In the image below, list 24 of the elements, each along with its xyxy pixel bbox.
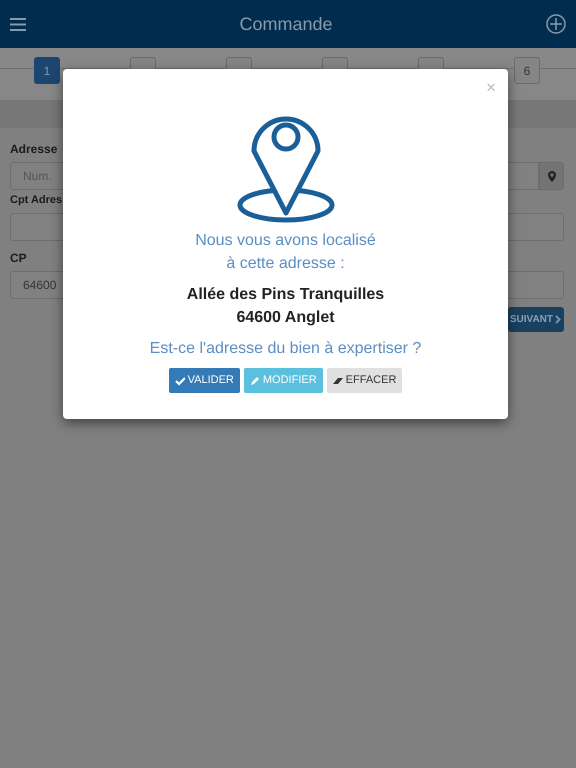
message-text: à cette adresse : [225, 254, 346, 274]
chevron-right-icon [555, 314, 561, 324]
message-text: Nous vous avons localisé [194, 231, 377, 251]
step-button[interactable]: 1 [34, 57, 60, 84]
step-button[interactable]: 6 [514, 57, 540, 84]
locate-button[interactable] [539, 162, 564, 190]
check-icon [174, 376, 185, 386]
validate-button[interactable]: VALIDER [168, 368, 240, 393]
eraser-icon [332, 376, 343, 386]
add-icon[interactable] [546, 14, 566, 34]
pin-icon [548, 170, 556, 182]
field-label: Adresse [10, 141, 58, 158]
question-text: Est-ce l'adresse du bien à expertiser ? [148, 339, 422, 359]
page-title: Commande [239, 12, 333, 36]
address-text: Allée des Pins Tranquilles [186, 285, 386, 305]
close-button[interactable]: × [486, 79, 496, 96]
field-label: CP [10, 250, 27, 266]
address-text: 64600 Anglet [235, 308, 336, 328]
next-button[interactable]: SUIVANT [508, 306, 564, 332]
menu-icon[interactable] [10, 18, 26, 30]
modify-button[interactable]: MODIFIER [244, 368, 323, 393]
erase-button[interactable]: EFFACER [326, 368, 402, 393]
field-label: Cpt Adres [10, 193, 62, 208]
pencil-icon [250, 376, 260, 386]
